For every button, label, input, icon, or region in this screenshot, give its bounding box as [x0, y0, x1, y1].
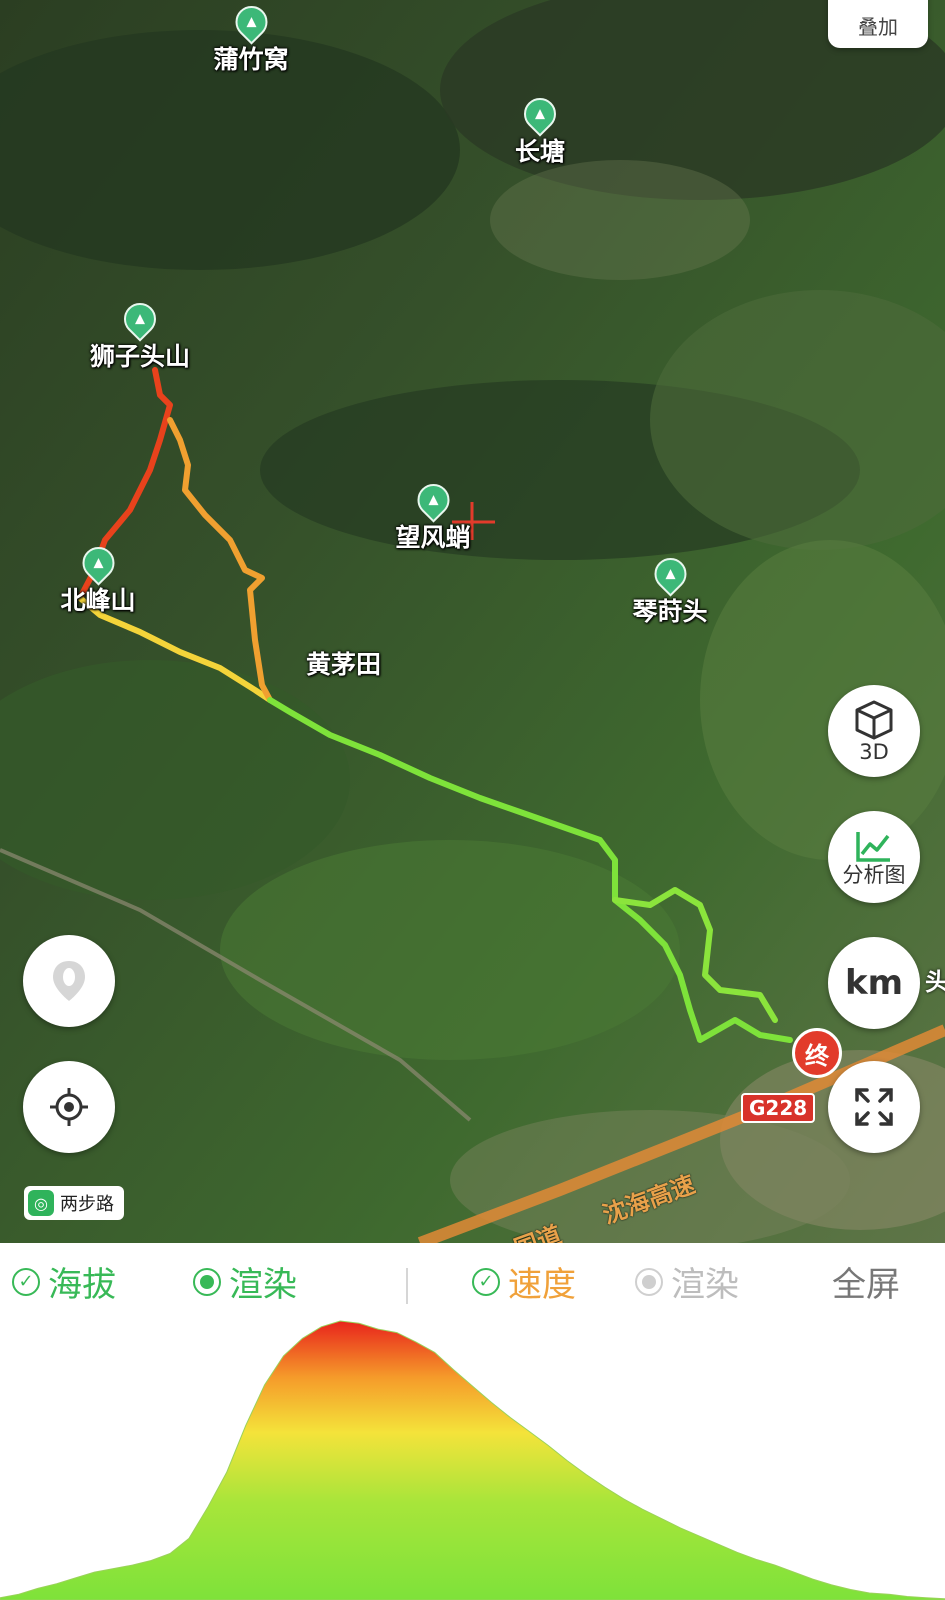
mountain-icon: ▲ [647, 551, 693, 597]
poi-label: 蒲竹窝 [213, 45, 289, 74]
poi-marker[interactable]: ▲ 望风蛸 [395, 477, 471, 554]
poi-marker[interactable]: ▲ 琴莳头 [632, 551, 708, 628]
analysis-label: 分析图 [842, 863, 906, 887]
brand-logo-icon: ◎ [28, 1190, 54, 1216]
chart-line-icon [856, 832, 890, 862]
speed-label: 速度 [508, 1265, 576, 1305]
cube-icon [855, 700, 893, 740]
radio-selected-icon [193, 1267, 221, 1296]
mountain-icon: ▲ [117, 296, 163, 342]
road-sign: G228 [741, 1093, 816, 1123]
edge-place-label: 头 [925, 968, 945, 996]
3d-label: 3D [859, 740, 889, 764]
speed-render-label: 渲染 [671, 1265, 739, 1305]
satellite-map[interactable]: 叠加 ▲ 蒲竹窝 ▲ 长塘 ▲ 狮子头山 ▲ 望风蛸 ▲ 北峰山 ▲ 琴莳头 黄… [0, 0, 945, 1243]
place-label: 黄茅田 [306, 650, 382, 679]
fullscreen-label: 全屏 [832, 1265, 900, 1305]
analysis-chart-button[interactable]: 分析图 [828, 811, 920, 903]
toolbar-divider [406, 1268, 408, 1304]
radio-unselected-icon [635, 1267, 663, 1296]
altitude-label: 海拔 [48, 1265, 116, 1305]
poi-marker[interactable]: ▲ 狮子头山 [89, 296, 191, 373]
altitude-area [0, 1320, 945, 1600]
mountain-icon: ▲ [410, 477, 456, 523]
end-marker[interactable]: 终 [792, 1028, 842, 1078]
mountain-icon: ▲ [228, 0, 274, 45]
checkbox-checked-icon: ✓ [472, 1267, 500, 1296]
speed-render-toggle[interactable]: 渲染 [635, 1257, 739, 1306]
poi-label: 望风蛸 [395, 523, 471, 552]
brand-watermark: ◎ 两步路 [24, 1186, 124, 1220]
overlay-button[interactable]: 叠加 [828, 0, 928, 48]
speed-toggle[interactable]: ✓ 速度 [472, 1257, 576, 1306]
altitude-toggle[interactable]: ✓ 海拔 [12, 1257, 116, 1306]
mountain-icon: ▲ [517, 91, 563, 137]
altitude-render-toggle[interactable]: 渲染 [193, 1257, 297, 1306]
poi-label: 长塘 [514, 137, 566, 166]
poi-label: 狮子头山 [89, 342, 191, 371]
poi-label: 北峰山 [60, 586, 136, 615]
fullscreen-icon [855, 1088, 893, 1126]
chart-toolbar: ✓ 海拔 渲染 ✓ 速度 渲染 全屏 [0, 1243, 945, 1313]
locate-button[interactable] [23, 1061, 115, 1153]
km-label: km [844, 963, 904, 1003]
fullscreen-map-button[interactable] [828, 1061, 920, 1153]
poi-marker[interactable]: ▲ 蒲竹窝 [213, 0, 289, 76]
footprint-button[interactable] [23, 935, 115, 1027]
poi-marker[interactable]: ▲ 长塘 [514, 91, 566, 168]
altitude-profile-chart[interactable] [0, 1313, 945, 1600]
checkbox-checked-icon: ✓ [12, 1267, 40, 1296]
locate-icon [50, 1088, 88, 1126]
poi-label: 琴莳头 [632, 597, 708, 626]
footprint-icon [53, 961, 85, 1001]
unit-km-button[interactable]: km [828, 937, 920, 1029]
3d-button[interactable]: 3D [828, 685, 920, 777]
altitude-render-label: 渲染 [229, 1265, 297, 1305]
poi-marker[interactable]: ▲ 北峰山 [60, 540, 136, 617]
mountain-icon: ▲ [75, 540, 121, 586]
fullscreen-chart-button[interactable]: 全屏 [832, 1257, 900, 1306]
brand-name: 两步路 [60, 1194, 114, 1215]
